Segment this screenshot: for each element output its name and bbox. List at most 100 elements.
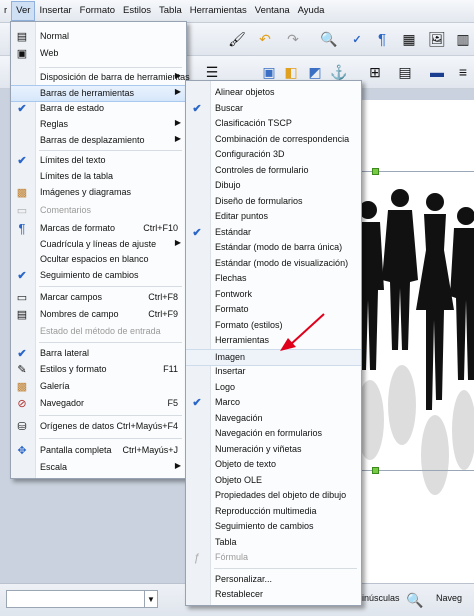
toolbar-item-reset[interactable]: Restablecer — [186, 587, 361, 602]
image-icon[interactable]: 🖼 — [428, 30, 446, 48]
view-gallery[interactable]: ▩ Galería — [11, 379, 186, 394]
toolbar-item-label: Flechas — [215, 273, 247, 283]
menu-insert[interactable]: Insertar — [35, 0, 75, 22]
line-style-icon[interactable]: ≡ — [454, 63, 472, 81]
view-formatting-marks[interactable]: ¶ Marcas de formato Ctrl+F10 — [11, 221, 186, 236]
table-icon[interactable]: ▦ — [400, 30, 418, 48]
view-zoom[interactable]: Escala ▶ — [11, 460, 186, 475]
view-images-charts[interactable]: ▩ Imágenes y diagramas — [11, 185, 186, 200]
view-field-names[interactable]: ▤ Nombres de campo Ctrl+F9 — [11, 307, 186, 322]
toolbar-item-ole-object[interactable]: Objeto OLE — [186, 473, 361, 488]
view-track-changes[interactable]: ✔ Seguimiento de cambios — [11, 268, 186, 283]
toolbar-item-tscp-classification[interactable]: Clasificación TSCP — [186, 116, 361, 131]
menu-styles[interactable]: Estilos — [119, 0, 155, 22]
border-style-icon[interactable]: ▤ — [396, 63, 414, 81]
toolbar-item-table[interactable]: Tabla — [186, 535, 361, 550]
view-comments[interactable]: ▭ Comentarios — [11, 203, 186, 218]
toolbar-item-standard-single-mode[interactable]: Estándar (modo de barra única) — [186, 240, 361, 255]
menu-format[interactable]: Formato — [76, 0, 119, 22]
toolbar-item-frame[interactable]: ✔ Marco — [186, 395, 361, 410]
toolbar-item-text-object[interactable]: Objeto de texto — [186, 457, 361, 472]
toolbar-item-media-playback[interactable]: Reproducción multimedia — [186, 504, 361, 519]
send-back-icon[interactable]: ◩ — [306, 63, 324, 81]
undo-icon[interactable]: ↶ — [256, 30, 274, 48]
toolbar-item-edit-points[interactable]: Editar puntos — [186, 209, 361, 224]
menu-table[interactable]: Tabla — [155, 0, 186, 22]
toolbar-item-fontwork[interactable]: Fontwork — [186, 287, 361, 302]
toolbar-item-tools[interactable]: Herramientas — [186, 333, 361, 348]
toolbar-item-standard-viewing-mode[interactable]: Estándar (modo de visualización) — [186, 256, 361, 271]
menu-help[interactable]: Ayuda — [294, 0, 329, 22]
toolbar-item-form-design[interactable]: Diseño de formularios — [186, 194, 361, 209]
view-hide-whitespace[interactable]: Ocultar espacios en blanco — [11, 252, 186, 267]
align-icon[interactable]: ☰ — [203, 63, 221, 81]
spellcheck-icon[interactable]: ✓ — [348, 30, 366, 48]
toolbar-item-form-controls[interactable]: Controles de formulario — [186, 163, 361, 178]
toolbar-item-drawing[interactable]: Dibujo — [186, 178, 361, 193]
toolbar-item-bullets-numbering[interactable]: Numeración y viñetas — [186, 442, 361, 457]
text-boundaries-label: Límites del texto — [40, 155, 106, 165]
view-grid[interactable]: Cuadrícula y líneas de ajuste ▶ — [11, 237, 186, 252]
wrap-icon[interactable]: ▣ — [260, 63, 278, 81]
paint-bucket-icon[interactable]: 🖌 — [228, 30, 246, 48]
view-scrollbars[interactable]: Barras de desplazamiento ▶ — [11, 133, 186, 148]
borders-icon[interactable]: ⊞ — [366, 63, 384, 81]
navigator-label: Naveg — [436, 593, 463, 603]
toolbar-item-drawing-object-properties[interactable]: Propiedades del objeto de dibujo — [186, 488, 361, 503]
view-status-bar[interactable]: ✔ Barra de estado — [11, 101, 186, 116]
toolbar-item-navigation[interactable]: Navegación — [186, 411, 361, 426]
view-normal[interactable]: ▤ Normal — [11, 29, 186, 44]
anchor-icon[interactable]: ⚓ — [330, 63, 348, 81]
redo-icon[interactable]: ↷ — [284, 30, 302, 48]
toolbar-item-standard[interactable]: ✔ Estándar — [186, 225, 361, 240]
toolbar-item-mail-merge[interactable]: Combinación de correspondencia — [186, 132, 361, 147]
view-field-shadings[interactable]: ▭ Marcar campos Ctrl+F8 — [11, 290, 186, 305]
frame-handle-bottom[interactable] — [372, 467, 379, 474]
view-web[interactable]: ▣ Web — [11, 46, 186, 61]
border-color-icon[interactable]: ▬ — [428, 63, 446, 81]
toolbar-item-align-objects[interactable]: Alinear objetos — [186, 85, 361, 100]
toolbar-item-insert[interactable]: Insertar — [186, 364, 361, 379]
frame-handle-top[interactable] — [372, 168, 379, 175]
toolbar-item-label: Configuración 3D — [215, 149, 285, 159]
view-table-boundaries[interactable]: Límites de la tabla — [11, 169, 186, 184]
bring-front-icon[interactable]: ◧ — [282, 63, 300, 81]
view-navigator[interactable]: ⊘ Navegador F5 — [11, 396, 186, 411]
toolbar-item-form-navigation[interactable]: Navegación en formularios — [186, 426, 361, 441]
view-input-method[interactable]: Estado del método de entrada — [11, 324, 186, 339]
chart-icon[interactable]: ▥ — [454, 30, 472, 48]
navigator-shortcut: F5 — [167, 398, 178, 408]
view-toolbar-layout[interactable]: Disposición de barra de herramientas ▶ — [11, 70, 190, 85]
toolbar-item-3d-settings[interactable]: Configuración 3D — [186, 147, 361, 162]
toolbar-item-customize[interactable]: Personalizar... — [186, 572, 361, 587]
view-data-sources[interactable]: ⛁ Orígenes de datos Ctrl+Mayús+F4 — [11, 419, 186, 434]
menu-view[interactable]: Ver — [11, 1, 36, 21]
images-icon: ▩ — [16, 187, 28, 199]
view-sidebar[interactable]: ✔ Barra lateral — [11, 346, 186, 361]
view-text-boundaries[interactable]: ✔ Límites del texto — [11, 153, 186, 168]
toolbar-item-image[interactable]: Imagen — [186, 348, 361, 366]
find-replace-icon[interactable]: 🔍 — [320, 30, 338, 48]
find-combo[interactable]: ▼ — [6, 590, 158, 608]
view-full-screen[interactable]: ✥ Pantalla completa Ctrl+Mayús+J — [11, 443, 186, 458]
toolbar-item-track-changes[interactable]: Seguimiento de cambios — [186, 519, 361, 534]
toolbar-item-logo[interactable]: Logo — [186, 380, 361, 395]
table-boundaries-label: Límites de la tabla — [40, 171, 114, 181]
toolbar-item-arrows[interactable]: Flechas — [186, 271, 361, 286]
toolbar-item-formatting[interactable]: Formato — [186, 302, 361, 317]
menu-window[interactable]: Ventana — [251, 0, 294, 22]
toolbar-item-formatting-styles[interactable]: Formato (estilos) — [186, 318, 361, 333]
view-toolbars[interactable]: Barras de herramientas ▶ — [11, 85, 186, 102]
formatting-marks-icon[interactable]: ¶ — [373, 30, 391, 48]
toolbar-item-label: Formato (estilos) — [215, 319, 283, 330]
chevron-down-icon[interactable]: ▼ — [144, 591, 157, 607]
view-styles[interactable]: ✎ Estilos y formato F11 — [11, 362, 186, 377]
menu-edit[interactable]: r — [0, 0, 11, 22]
toolbar-item-formula[interactable]: ƒ Fórmula — [186, 550, 361, 565]
menu-tools[interactable]: Herramientas — [186, 0, 251, 22]
view-web-label: Web — [40, 48, 59, 58]
toolbar-item-find[interactable]: ✔ Buscar — [186, 101, 361, 116]
view-rulers[interactable]: Reglas ▶ — [11, 117, 186, 132]
find-toolbar-icon[interactable]: 🔍 — [406, 591, 424, 609]
toolbar-item-label: Clasificación TSCP — [215, 118, 292, 128]
